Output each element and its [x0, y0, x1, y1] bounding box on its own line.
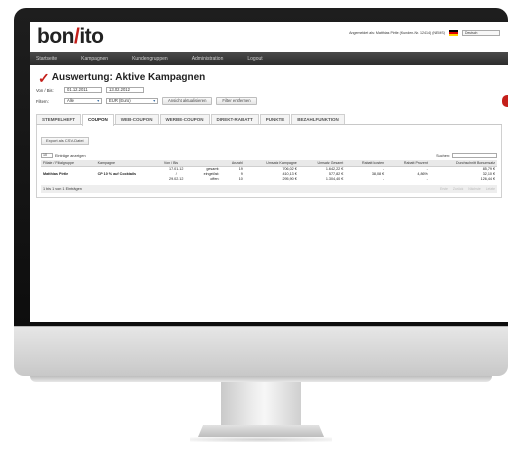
- group-select[interactable]: Alle ▼: [64, 98, 102, 104]
- nav-item-kundengruppen[interactable]: Kundengruppen: [132, 56, 168, 62]
- export-csv-button[interactable]: Export als CSV-Datei: [41, 137, 89, 145]
- search-control: Suchen:: [436, 153, 497, 158]
- monitor-chin: [14, 326, 508, 376]
- german-flag-icon: [449, 30, 458, 36]
- logo-text-right: ito: [79, 25, 104, 48]
- currency-select-value: EUR (Euro): [109, 98, 131, 103]
- tab-web-coupon[interactable]: WEB-COUPON: [114, 114, 159, 124]
- campaign-tabs: STEMPELHEFT COUPON WEB-COUPON WERBE-COUP…: [36, 114, 502, 126]
- entries-select[interactable]: 10: [41, 153, 53, 158]
- date-from-input[interactable]: 01.12.2011: [64, 87, 102, 93]
- table-controls: 10 Einträge anzeigen Suchen:: [41, 153, 497, 158]
- monitor-stand-foot: [198, 425, 324, 437]
- cell-counts: 19 9 10: [221, 167, 244, 183]
- screen: bon/ito Angemeldet als: Matthias Pirtle …: [30, 22, 508, 322]
- cell-revenue-campaign-open: 295,90 €: [282, 177, 297, 181]
- logo-text-left: bon: [37, 25, 74, 48]
- remove-filter-button[interactable]: Filter entfernen: [216, 97, 257, 105]
- monitor-mockup: bon/ito Angemeldet als: Matthias Pirtle …: [0, 0, 522, 457]
- pager-prev[interactable]: Zurück: [453, 187, 463, 191]
- search-input[interactable]: [452, 153, 497, 158]
- table-info: 1 bis 1 von 1 Einträgen: [43, 187, 82, 191]
- campaign-table: Filiale / Filialgruppe Kampagne Von / Bi…: [41, 160, 497, 182]
- cell-revenue-total-open: 1.304,40 €: [325, 177, 344, 181]
- cell-labels: gesamt: eingelöst: offen:: [191, 167, 222, 183]
- nav-item-startseite[interactable]: Startseite: [36, 56, 57, 62]
- currency-select[interactable]: EUR (Euro) ▼: [106, 98, 158, 104]
- checkmark-icon: ✓: [38, 69, 50, 86]
- date-to-input[interactable]: 13.02.2012: [106, 87, 144, 93]
- tab-punkte[interactable]: PUNKTE: [259, 114, 291, 124]
- app-logo[interactable]: bon/ito: [37, 25, 104, 49]
- monitor-stand-neck: [221, 382, 301, 428]
- entries-control: 10 Einträge anzeigen: [41, 153, 86, 158]
- pager-next[interactable]: Nächste: [468, 187, 480, 191]
- coupon-panel: Export als CSV-Datei 10 Einträge anzeige…: [36, 125, 502, 198]
- logged-in-text: Angemeldet als: Matthias Pirtle (Kunden-…: [349, 31, 445, 35]
- main-nav: Startseite Kampagnen Kundengruppen Admin…: [30, 52, 508, 65]
- side-tab-marker[interactable]: [502, 95, 508, 107]
- tab-bezahlfunktion[interactable]: BEZAHLFUNKTION: [291, 114, 345, 124]
- main-content: ✓ Auswertung: Aktive Kampagnen Von / Bis…: [30, 65, 508, 198]
- cell-revenue-campaign: 706,02 € 410,13 € 295,90 €: [245, 167, 299, 183]
- chevron-down-icon: ▼: [152, 99, 156, 103]
- filter-label: Filtern:: [36, 98, 49, 104]
- page-title: ✓ Auswertung: Aktive Kampagnen: [38, 69, 502, 86]
- cell-campaign: CP 10 % auf Cocktails: [97, 172, 137, 176]
- user-bar: Angemeldet als: Matthias Pirtle (Kunden-…: [349, 30, 500, 36]
- tab-stempelheft[interactable]: STEMPELHEFT: [36, 114, 82, 124]
- nav-item-kampagnen[interactable]: Kampagnen: [81, 56, 108, 62]
- date-filter-row: Von / Bis: 01.12.2011 13.02.2012: [36, 86, 502, 94]
- cell-discount-cost-open: -: [382, 177, 385, 181]
- group-select-value: Alle: [67, 98, 74, 103]
- filter-row: Filtern: Alle ▼ EUR (Euro) ▼ Ansicht akt…: [36, 97, 502, 105]
- pager-first[interactable]: Erste: [440, 187, 448, 191]
- header: bon/ito Angemeldet als: Matthias Pirtle …: [30, 22, 508, 52]
- cell-date-to: 29.02.12: [169, 177, 184, 181]
- table-footer: 1 bis 1 von 1 Einträgen Erste Zurück Näc…: [41, 185, 497, 193]
- cell-discount-cost: - 38,08 € -: [345, 167, 386, 183]
- nav-item-logout[interactable]: Logout: [247, 56, 262, 62]
- monitor-shadow: [190, 437, 332, 442]
- tab-coupon[interactable]: COUPON: [82, 114, 114, 126]
- language-select[interactable]: Deutsch: [462, 30, 500, 36]
- cell-label-open: offen:: [210, 177, 220, 181]
- cell-discount-percent: - 4,86% -: [386, 167, 430, 183]
- pagination: Erste Zurück Nächste Letzte: [440, 187, 495, 191]
- cell-count-open: 10: [238, 177, 243, 181]
- cell-discount-percent-open: -: [426, 177, 428, 181]
- table-row[interactable]: Matthias Pirtle CP 10 % auf Cocktails 17…: [41, 167, 497, 183]
- chevron-down-icon: ▼: [96, 99, 100, 103]
- entries-label: Einträge anzeigen: [55, 153, 86, 158]
- cell-dates: 17.01.12 / 29.02.12: [162, 167, 191, 183]
- pager-last[interactable]: Letzte: [486, 187, 495, 191]
- search-label: Suchen:: [436, 153, 450, 158]
- page-title-text: Auswertung: Aktive Kampagnen: [51, 72, 206, 83]
- cell-avg-receipt: 85,79 € 32,10 € 126,44 €: [430, 167, 497, 183]
- tab-direkt-rabatt[interactable]: DIREKT-RABATT: [210, 114, 259, 124]
- cell-avg-receipt-open: 126,44 €: [480, 177, 495, 181]
- cell-revenue-total: 1.642,22 € 577,82 € 1.304,40 €: [299, 167, 345, 183]
- date-label: Von / Bis:: [36, 87, 54, 93]
- refresh-view-button[interactable]: Ansicht aktualisieren: [162, 97, 213, 105]
- tab-werbe-coupon[interactable]: WERBE-COUPON: [159, 114, 210, 124]
- cell-branch: Matthias Pirtle: [43, 172, 69, 176]
- nav-item-administration[interactable]: Administration: [192, 56, 224, 62]
